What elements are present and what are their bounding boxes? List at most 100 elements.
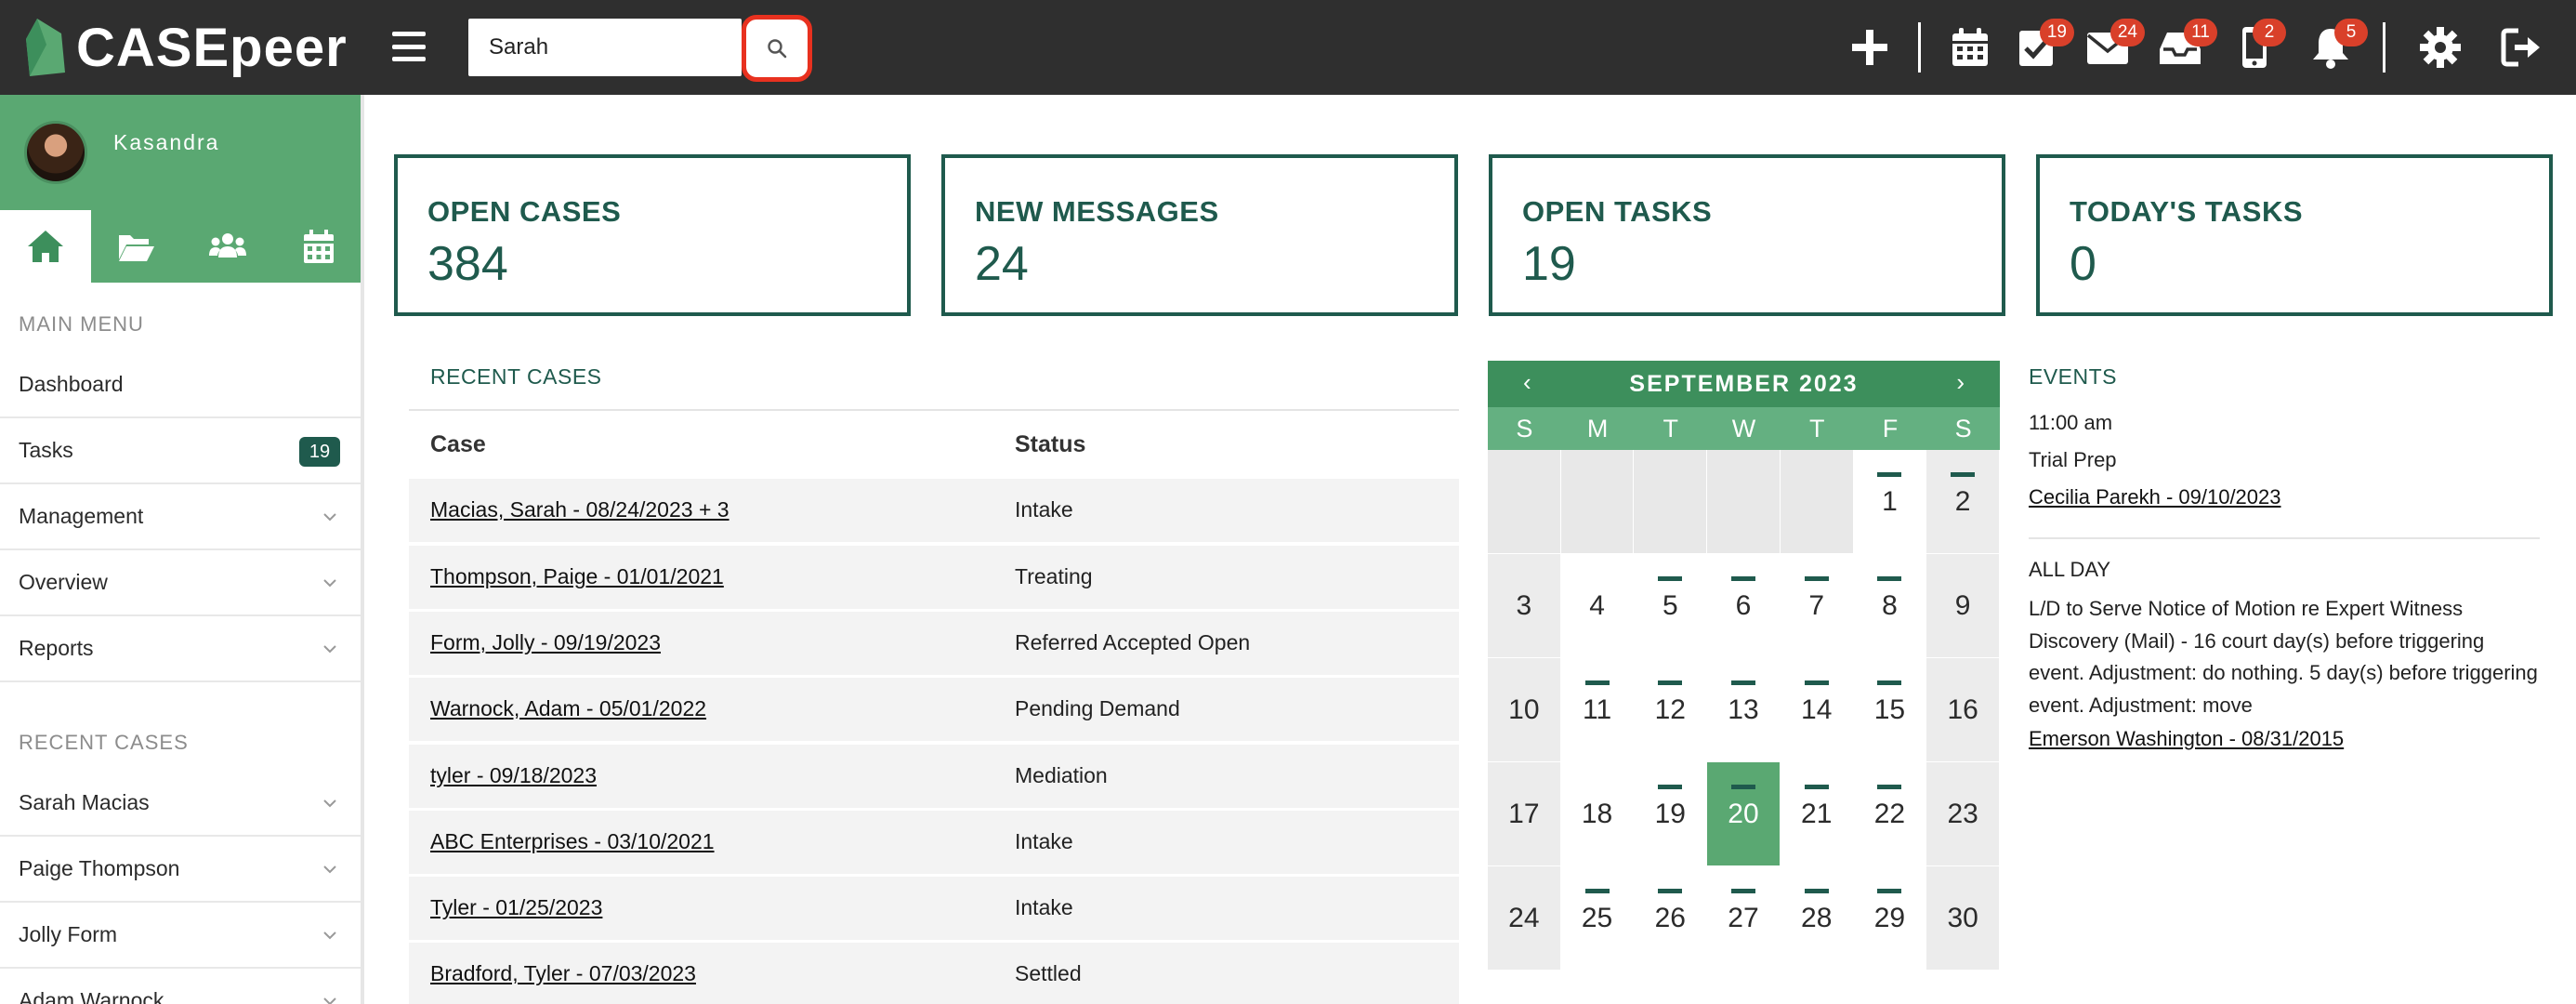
calendar-day-9[interactable]: 9: [1926, 554, 2000, 658]
calendar-day-11[interactable]: 11: [1560, 658, 1635, 762]
case-link[interactable]: Macias, Sarah - 08/24/2023 + 3: [430, 497, 729, 522]
event-indicator: [1951, 472, 1976, 477]
calendar-day-14[interactable]: 14: [1780, 658, 1854, 762]
tasks-button[interactable]: 19: [2011, 19, 2074, 74]
phone-button[interactable]: 2: [2234, 19, 2286, 74]
todays-tasks-card[interactable]: TODAY'S TASKS 0: [2036, 154, 2553, 316]
users-icon: [209, 233, 246, 258]
gear-icon: [2420, 27, 2461, 68]
calendar-day-3[interactable]: 3: [1488, 554, 1561, 658]
calendar-day-23[interactable]: 23: [1926, 762, 2000, 866]
hamburger-menu-icon[interactable]: [392, 32, 426, 61]
calendar-day-number: 20: [1728, 798, 1759, 829]
search-icon: [768, 39, 787, 59]
tab-home[interactable]: [0, 210, 91, 283]
calendar-day-number: 14: [1801, 694, 1833, 725]
sidebar-item-label: Paige Thompson: [19, 856, 180, 880]
calendar-day-30[interactable]: 30: [1926, 866, 2000, 971]
sidebar: Kasandra MAIN MENU Dashboard Tasks 19 Ma…: [0, 95, 364, 1004]
add-button[interactable]: [1844, 20, 1896, 74]
case-link[interactable]: ABC Enterprises - 03/10/2021: [430, 829, 715, 854]
avatar[interactable]: [24, 121, 87, 184]
calendar-day-number: 30: [1947, 902, 1978, 933]
calendar-day-25[interactable]: 25: [1560, 866, 1635, 971]
chevron-down-icon: [323, 931, 336, 940]
calendar-day-24[interactable]: 24: [1488, 866, 1561, 971]
settings-button[interactable]: [2414, 20, 2466, 74]
table-row: Thompson, Paige - 01/01/2021 Treating: [409, 546, 1459, 609]
case-link[interactable]: tyler - 09/18/2023: [430, 763, 597, 788]
table-row: tyler - 09/18/2023 Mediation: [409, 745, 1459, 808]
calendar-day-number: 29: [1873, 902, 1906, 933]
sidebar-item-reports[interactable]: Reports: [0, 616, 361, 682]
event-time: ALL DAY: [2029, 558, 2111, 581]
sidebar-item-management[interactable]: Management: [0, 484, 361, 550]
new-messages-card[interactable]: NEW MESSAGES 24: [941, 154, 1458, 316]
sidebar-nav-tabs: [0, 210, 361, 283]
logout-icon: [2501, 28, 2540, 67]
calendar-day-number: 6: [1735, 589, 1752, 621]
search-field[interactable]: [468, 19, 742, 76]
table-row: Warnock, Adam - 05/01/2022 Pending Deman…: [409, 678, 1459, 741]
calendar-day-22[interactable]: 22: [1853, 762, 1927, 866]
table-row: Tyler - 01/25/2023 Intake: [409, 877, 1459, 940]
notifications-button[interactable]: 5: [2305, 19, 2368, 74]
calendar-button[interactable]: [1944, 20, 1996, 74]
calendar-day-21[interactable]: 21: [1780, 762, 1854, 866]
case-link[interactable]: Warnock, Adam - 05/01/2022: [430, 696, 706, 721]
calendar-day-1[interactable]: 1: [1853, 450, 1927, 554]
casepeer-logo[interactable]: CASEpeer: [24, 13, 348, 82]
calendar-day-6[interactable]: 6: [1707, 554, 1781, 658]
calendar-day-10[interactable]: 10: [1488, 658, 1561, 762]
sidebar-item-overview[interactable]: Overview: [0, 550, 361, 616]
calendar-day-number: 18: [1581, 798, 1613, 829]
open-cases-card[interactable]: OPEN CASES 384: [394, 154, 911, 316]
case-link[interactable]: Thompson, Paige - 01/01/2021: [430, 564, 724, 589]
weekday-label: T: [1808, 415, 1825, 443]
search-button[interactable]: [742, 15, 812, 82]
calendar-day-13[interactable]: 13: [1707, 658, 1781, 762]
calendar-day-2[interactable]: 2: [1926, 450, 2000, 554]
calendar-day-20[interactable]: 20: [1707, 762, 1781, 866]
calendar-day-28[interactable]: 28: [1780, 866, 1854, 971]
calendar-day-16[interactable]: 16: [1926, 658, 2000, 762]
sidebar-recent-case[interactable]: Adam Warnock: [0, 969, 361, 1004]
sidebar-item-dashboard[interactable]: Dashboard: [0, 352, 361, 418]
event-indicator: [1877, 680, 1902, 685]
tab-cases[interactable]: [91, 210, 182, 283]
calendar-day-26[interactable]: 26: [1634, 866, 1708, 971]
case-link[interactable]: Bradford, Tyler - 07/03/2023: [430, 961, 696, 986]
next-month-button[interactable]: ›: [1956, 368, 1965, 397]
sidebar-recent-case[interactable]: Jolly Form: [0, 903, 361, 969]
calendar-day-19[interactable]: 19: [1634, 762, 1708, 866]
case-link[interactable]: Tyler - 01/25/2023: [430, 895, 602, 920]
tab-calendar[interactable]: [273, 210, 361, 283]
calendar-day-5[interactable]: 5: [1634, 554, 1708, 658]
sidebar-item-label: Jolly Form: [19, 922, 118, 946]
calendar-day-7[interactable]: 7: [1780, 554, 1854, 658]
sidebar-item-tasks[interactable]: Tasks 19: [0, 418, 361, 484]
inbox-button[interactable]: 11: [2154, 19, 2217, 74]
tab-contacts[interactable]: [182, 210, 273, 283]
messages-button[interactable]: 24: [2082, 19, 2145, 74]
open-tasks-card[interactable]: OPEN TASKS 19: [1489, 154, 2005, 316]
calendar-day-27[interactable]: 27: [1707, 866, 1781, 971]
calendar-day-29[interactable]: 29: [1853, 866, 1927, 971]
case-link[interactable]: Form, Jolly - 09/19/2023: [430, 630, 661, 655]
sidebar-recent-case[interactable]: Sarah Macias: [0, 771, 361, 837]
weekday-label: S: [1954, 415, 1972, 443]
calendar-day-number: 7: [1808, 589, 1825, 621]
calendar-day-17[interactable]: 17: [1488, 762, 1561, 866]
event-case-link[interactable]: Cecilia Parekh - 09/10/2023: [2029, 485, 2281, 509]
calendar-day-8[interactable]: 8: [1853, 554, 1927, 658]
calendar-day-18[interactable]: 18: [1560, 762, 1635, 866]
event-name: L/D to Serve Notice of Motion re Expert …: [2029, 597, 2538, 717]
calendar-day-15[interactable]: 15: [1853, 658, 1927, 762]
logout-button[interactable]: [2496, 20, 2548, 74]
event-case-link[interactable]: Emerson Washington - 08/31/2015: [2029, 727, 2344, 751]
calendar-day-4[interactable]: 4: [1560, 554, 1635, 658]
search-input[interactable]: [468, 19, 742, 76]
sidebar-recent-case[interactable]: Paige Thompson: [0, 837, 361, 903]
calendar-day-12[interactable]: 12: [1634, 658, 1708, 762]
recent-cases-heading: RECENT CASES: [19, 731, 189, 754]
